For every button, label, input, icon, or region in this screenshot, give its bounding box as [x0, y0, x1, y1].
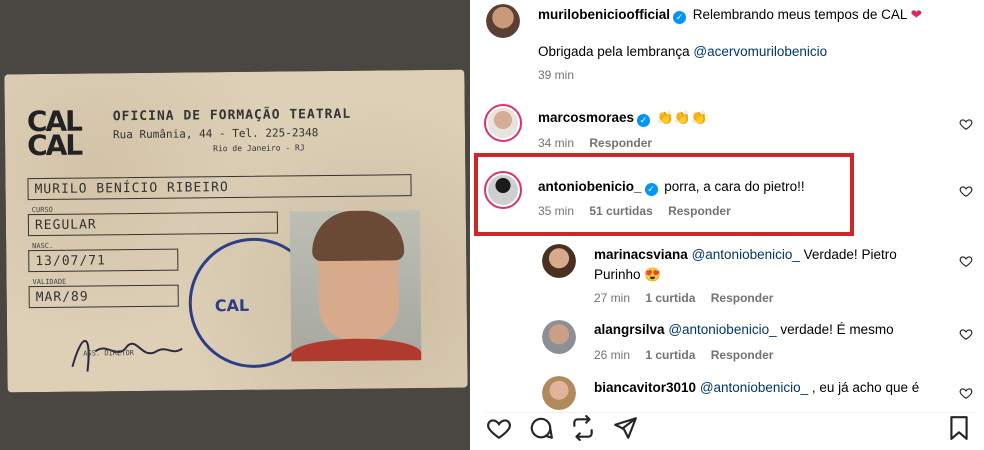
likes-count[interactable]: 1 curtida [645, 291, 695, 305]
comment-text: 👏👏👏 [656, 110, 708, 125]
reply-text: Verdade! Pietro [803, 247, 897, 262]
heart-icon[interactable] [959, 184, 973, 198]
card-logo: CAL CAL [26, 105, 82, 163]
comment-meta: 34 min Responder [538, 136, 664, 150]
comment-icon[interactable] [528, 415, 554, 441]
card-address: Rua Rumânia, 44 - Tel. 225-2348 [112, 126, 319, 142]
comment-time: 34 min [538, 136, 575, 150]
heart-icon[interactable] [959, 254, 973, 268]
avatar-image [542, 376, 576, 410]
avatar[interactable] [484, 104, 522, 142]
reply-meta: 26 min 1 curtida Responder [594, 348, 785, 362]
reply-button[interactable]: Responder [711, 291, 774, 305]
reply-text-line-2: Purinho 😍 [594, 267, 662, 282]
avatar-image [542, 244, 576, 278]
avatar[interactable] [486, 4, 520, 38]
caption-text-2: Obrigada pela lembrança [538, 44, 690, 59]
likes-count[interactable]: 1 curtida [645, 348, 695, 362]
caption-line-2: Obrigada pela lembrança @acervomuriloben… [538, 42, 958, 62]
heart-icon[interactable] [959, 117, 973, 131]
reply-button[interactable]: Responder [711, 348, 774, 362]
save-icon[interactable] [946, 415, 972, 441]
verified-icon: ✓ [637, 114, 651, 127]
reply-text: verdade! É mesmo [780, 322, 894, 337]
id-card: CAL CAL OFICINA DE FORMAÇÃO TEATRAL Rua … [4, 69, 468, 393]
post-media[interactable]: CAL CAL OFICINA DE FORMAÇÃO TEATRAL Rua … [0, 0, 470, 450]
student-photo [289, 210, 422, 362]
caption-username[interactable]: murilobenicioofficial [538, 7, 670, 22]
reply-meta: 27 min 1 curtida Responder [594, 291, 785, 305]
reply-username[interactable]: alangrsilva [594, 322, 665, 337]
send-icon[interactable] [612, 415, 638, 441]
avatar[interactable] [542, 376, 576, 410]
card-title: OFICINA DE FORMAÇÃO TEATRAL [112, 106, 352, 125]
caption-meta: 39 min [538, 68, 586, 82]
card-header: OFICINA DE FORMAÇÃO TEATRAL Rua Rumânia,… [113, 107, 352, 154]
card-validity-field: MAR/89 [28, 284, 179, 309]
caption-mention[interactable]: @acervomurilobenicio [693, 44, 827, 59]
reply-mention[interactable]: @antoniobenicio_ [700, 380, 808, 395]
signature-label: ASS. DIRETOR [83, 349, 134, 358]
caption-line: murilobenicioofficial ✓ Relembrando meus … [538, 5, 958, 25]
hair-shape [311, 210, 405, 262]
stamp-text: CAL [214, 295, 250, 316]
shirt-shape [291, 338, 422, 362]
avatar[interactable] [542, 244, 576, 278]
reply-button[interactable]: Responder [589, 136, 652, 150]
heart-icon[interactable] [959, 327, 973, 341]
comment-text-line: marcosmoraes ✓ 👏👏👏 [538, 108, 707, 128]
reply-mention[interactable]: @antoniobenicio_ [692, 247, 800, 262]
card-name-field: MURILO BENÍCIO RIBEIRO [27, 174, 412, 201]
caption-text: Relembrando meus tempos de CAL [692, 7, 907, 22]
avatar-image [488, 108, 518, 138]
reply-text-line: alangrsilva @antoniobenicio_ verdade! É … [594, 320, 964, 340]
verified-icon: ✓ [673, 11, 687, 24]
reply-username[interactable]: marinacsviana [594, 247, 688, 262]
reply-time: 27 min [594, 291, 631, 305]
like-icon[interactable] [486, 415, 512, 441]
avatar-image [542, 320, 576, 354]
card-birth-field: 13/07/71 [28, 248, 179, 273]
card-city: Rio de Janeiro - RJ [213, 143, 305, 154]
highlight-box [474, 153, 854, 236]
reply-text-line: marinacsviana @antoniobenicio_ Verdade! … [594, 245, 964, 265]
card-birth-label: NASC. [32, 241, 54, 251]
heart-icon[interactable] [959, 386, 973, 400]
caption-time: 39 min [538, 68, 575, 82]
reply-time: 26 min [594, 348, 631, 362]
post-actions-bar [486, 412, 976, 442]
card-course-label: CURSO [31, 205, 53, 215]
heart-emoji-icon: ❤ [910, 7, 922, 22]
card-logo-line: CAL [26, 128, 82, 163]
avatar[interactable] [542, 320, 576, 354]
reply-username[interactable]: biancavitor3010 [594, 380, 696, 395]
share-icon[interactable] [570, 415, 596, 441]
avatar-image [486, 4, 520, 38]
reply-text: , eu já acho que é [811, 380, 920, 395]
reply-text-line: biancavitor3010 @antoniobenicio_ , eu já… [594, 378, 964, 398]
card-course-field: REGULAR [27, 211, 279, 237]
comment-username[interactable]: marcosmoraes [538, 110, 634, 125]
reply-mention[interactable]: @antoniobenicio_ [668, 322, 776, 337]
